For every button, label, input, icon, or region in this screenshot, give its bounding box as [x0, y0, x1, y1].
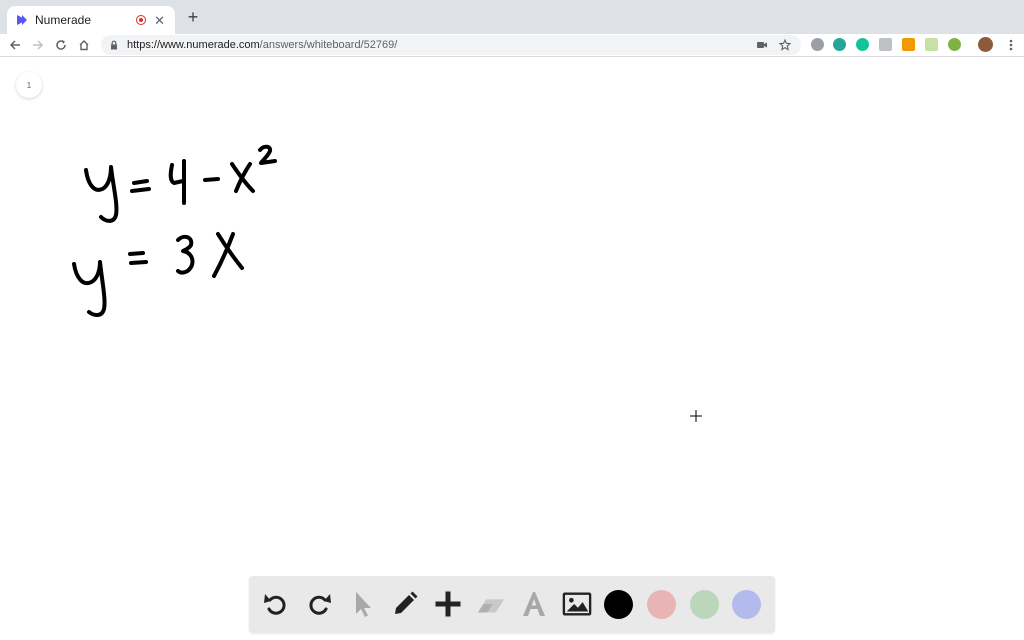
browser-tab[interactable]: Numerade ✕ — [7, 6, 175, 34]
more-vert-icon — [1009, 39, 1013, 51]
pen-tool[interactable] — [390, 589, 420, 619]
pointer-icon — [356, 592, 371, 617]
forward-button[interactable] — [29, 36, 47, 54]
stroke-y2 — [72, 260, 107, 317]
home-icon — [79, 40, 89, 51]
pencil-icon — [395, 591, 418, 614]
handwriting-layer — [72, 144, 277, 317]
undo-icon — [264, 594, 286, 615]
redo-icon — [309, 594, 331, 615]
stroke-eq2-bottom — [129, 260, 148, 265]
tab-strip: Numerade ✕ + — [0, 0, 1024, 34]
color-green-swatch[interactable] — [690, 590, 719, 619]
profile-avatar[interactable] — [978, 37, 993, 52]
chrome-ext-icon[interactable] — [948, 38, 961, 51]
new-tab-button[interactable]: + — [184, 8, 202, 26]
undo-button[interactable] — [261, 589, 291, 619]
grammarly-icon[interactable] — [856, 38, 869, 51]
eraser-tool[interactable] — [476, 589, 506, 619]
add-shape-tool[interactable] — [433, 589, 463, 619]
text-icon — [523, 592, 545, 616]
color-pink-swatch[interactable] — [647, 590, 676, 619]
screen-icon[interactable] — [925, 38, 938, 51]
circle-teal-icon[interactable] — [833, 38, 846, 51]
url-host: https://www.numerade.com — [127, 39, 260, 51]
stroke-minus — [203, 177, 220, 182]
reload-icon — [56, 40, 66, 50]
eraser-icon — [477, 599, 505, 613]
drawing-toolbar — [249, 576, 775, 633]
crosshair-cursor-icon — [690, 410, 702, 422]
arrow-right-icon — [33, 40, 44, 50]
browser-toolbar: https://www.numerade.com/answers/whitebo… — [0, 34, 1024, 57]
redo-button[interactable] — [304, 589, 334, 619]
stroke-eq1-top — [132, 179, 149, 185]
address-bar[interactable]: https://www.numerade.com/answers/whitebo… — [101, 35, 801, 55]
stroke-y1 — [84, 165, 119, 223]
color-blue-swatch[interactable] — [732, 590, 761, 619]
numerade-logo-icon — [16, 14, 28, 26]
key-icon[interactable] — [902, 38, 915, 51]
stroke-eq1-bottom — [130, 187, 151, 193]
close-tab-icon[interactable]: ✕ — [154, 14, 165, 27]
stroke-eq2-top — [128, 251, 145, 256]
home-button[interactable] — [75, 36, 93, 54]
color-black-swatch[interactable] — [604, 590, 633, 619]
stroke-exp-2 — [258, 144, 277, 165]
insert-image-tool[interactable] — [562, 589, 592, 619]
back-button[interactable] — [6, 36, 24, 54]
whiteboard-canvas[interactable]: 1 — [0, 57, 1024, 640]
camera-icon[interactable] — [755, 38, 769, 52]
lock-icon — [109, 40, 119, 50]
stroke-4-left — [168, 163, 185, 185]
recording-icon — [136, 15, 147, 25]
abp-icon[interactable] — [811, 38, 824, 51]
tab-title: Numerade — [35, 13, 92, 27]
reload-button[interactable] — [52, 36, 70, 54]
plus-icon — [435, 591, 461, 617]
image-icon — [562, 592, 592, 616]
bookmark-star-icon[interactable] — [778, 38, 792, 52]
notes-icon[interactable] — [879, 38, 892, 51]
equation-line-1 — [84, 144, 277, 223]
arrow-left-icon — [9, 40, 20, 50]
url-text: https://www.numerade.com/answers/whitebo… — [127, 39, 755, 51]
url-path: /answers/whiteboard/52769/ — [259, 39, 398, 51]
text-tool[interactable] — [519, 589, 549, 619]
equation-line-2 — [72, 232, 244, 317]
select-tool[interactable] — [347, 589, 377, 619]
browser-menu-button[interactable] — [1002, 36, 1020, 54]
stroke-3 — [176, 234, 195, 275]
